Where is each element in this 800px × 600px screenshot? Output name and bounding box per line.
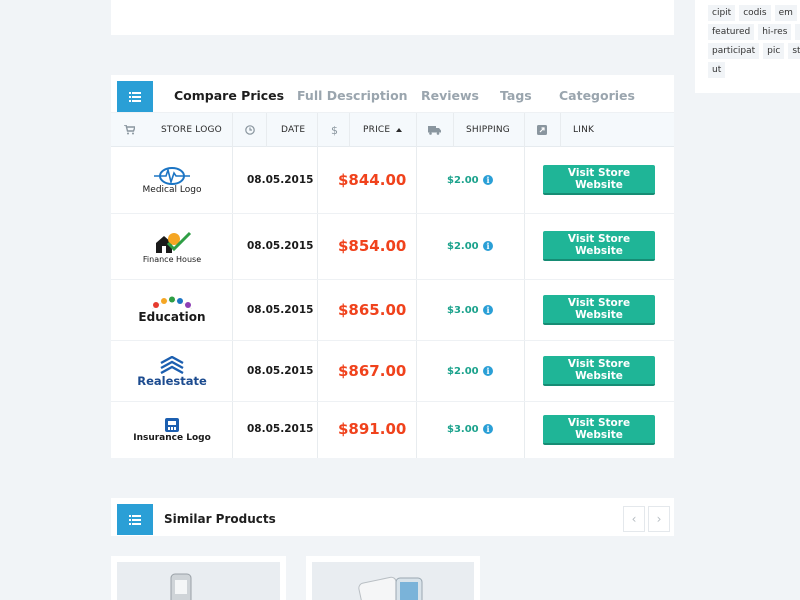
medical-logo-icon bbox=[154, 167, 190, 185]
truck-icon bbox=[428, 113, 441, 147]
table-row: Realestate 08.05.2015 $867.00 $2.00 i Vi… bbox=[111, 341, 674, 402]
realestate-logo-icon bbox=[160, 356, 184, 374]
divider bbox=[349, 113, 350, 147]
education-logo-icon bbox=[151, 296, 193, 310]
tag[interactable]: lor bbox=[795, 24, 800, 40]
tag-cloud-panel: cipit codis em featured hi-res lor parti… bbox=[695, 0, 800, 93]
product-image bbox=[117, 562, 280, 600]
tab-reviews[interactable]: Reviews bbox=[421, 88, 479, 103]
store-logo: Medical Logo bbox=[129, 161, 215, 201]
info-icon[interactable]: i bbox=[483, 366, 493, 376]
divider bbox=[524, 113, 525, 147]
store-logo: Education bbox=[129, 290, 215, 330]
info-icon[interactable]: i bbox=[483, 241, 493, 251]
date-value: 08.05.2015 bbox=[247, 365, 314, 377]
tab-compare-prices[interactable]: Compare Prices bbox=[174, 88, 284, 103]
table-row: Education 08.05.2015 $865.00 $3.00 i Vis… bbox=[111, 280, 674, 341]
visit-store-button[interactable]: Visit Store Website bbox=[543, 231, 655, 261]
phones-image-icon bbox=[358, 576, 423, 600]
shipping-value: $2.00 bbox=[447, 175, 479, 186]
divider bbox=[232, 113, 233, 147]
section-title: Similar Products bbox=[164, 512, 276, 526]
tag[interactable]: sticky bbox=[788, 43, 800, 59]
similar-products-header: Similar Products ‹ › bbox=[111, 498, 674, 536]
table-row: Medical Logo 08.05.2015 $844.00 $2.00 i … bbox=[111, 147, 674, 214]
column-store-logo: STORE LOGO bbox=[161, 125, 222, 135]
visit-store-button[interactable]: Visit Store Website bbox=[543, 295, 655, 325]
store-logo: Finance House bbox=[129, 226, 215, 268]
table-header: STORE LOGO DATE $ PRICE SHIPPING LINK bbox=[111, 113, 674, 147]
insurance-logo-icon bbox=[165, 418, 179, 432]
info-icon[interactable]: i bbox=[483, 424, 493, 434]
shipping-value: $2.00 bbox=[447, 366, 479, 377]
product-card[interactable] bbox=[306, 556, 480, 600]
info-icon[interactable]: i bbox=[483, 175, 493, 185]
column-price[interactable]: PRICE bbox=[363, 113, 390, 147]
shipping-value: $3.00 bbox=[447, 424, 479, 435]
tag[interactable]: participat bbox=[708, 43, 760, 59]
dollar-icon: $ bbox=[331, 123, 339, 137]
top-card bbox=[111, 0, 674, 35]
visit-store-button[interactable]: Visit Store Website bbox=[543, 415, 655, 445]
logo-text: Education bbox=[138, 310, 206, 324]
store-logo: Insurance Logo bbox=[129, 410, 215, 450]
table-row: Finance House 08.05.2015 $854.00 $2.00 i… bbox=[111, 214, 674, 280]
tag[interactable]: pic bbox=[763, 43, 785, 59]
phone-image-icon bbox=[170, 573, 192, 600]
chevron-left-icon[interactable]: ‹ bbox=[623, 506, 645, 532]
column-date: DATE bbox=[281, 125, 306, 135]
tag[interactable]: featured bbox=[708, 24, 755, 40]
date-value: 08.05.2015 bbox=[247, 240, 314, 252]
tag[interactable]: em bbox=[774, 5, 797, 21]
tag[interactable]: ut bbox=[708, 62, 726, 78]
date-value: 08.05.2015 bbox=[247, 423, 314, 435]
logo-text: Medical Logo bbox=[142, 185, 202, 195]
tag-list: cipit codis em featured hi-res lor parti… bbox=[708, 5, 800, 78]
logo-text: Finance House bbox=[142, 254, 202, 264]
store-logo: Realestate bbox=[129, 350, 215, 394]
finance-house-logo-icon bbox=[156, 231, 192, 253]
cart-icon bbox=[124, 113, 135, 147]
product-tabs: Compare Prices Full Description Reviews … bbox=[111, 75, 674, 113]
product-image bbox=[312, 562, 474, 600]
date-value: 08.05.2015 bbox=[247, 304, 314, 316]
shipping-value: $3.00 bbox=[447, 305, 479, 316]
table-row: Insurance Logo 08.05.2015 $891.00 $3.00 … bbox=[111, 402, 674, 458]
price-value: $865.00 bbox=[338, 301, 407, 319]
date-value: 08.05.2015 bbox=[247, 174, 314, 186]
divider bbox=[317, 113, 318, 147]
logo-text: Insurance Logo bbox=[133, 433, 211, 443]
divider bbox=[453, 113, 454, 147]
tag[interactable]: hi-res bbox=[758, 24, 792, 40]
logo-text: Realestate bbox=[137, 374, 207, 388]
divider bbox=[416, 113, 417, 147]
info-icon[interactable]: i bbox=[483, 305, 493, 315]
chevron-right-icon[interactable]: › bbox=[648, 506, 670, 532]
price-value: $854.00 bbox=[338, 237, 407, 255]
external-link-icon bbox=[537, 113, 547, 147]
tab-full-description[interactable]: Full Description bbox=[297, 88, 408, 103]
price-value: $844.00 bbox=[338, 171, 407, 189]
tag[interactable]: cipit bbox=[708, 5, 736, 21]
tab-categories[interactable]: Categories bbox=[559, 88, 635, 103]
column-shipping: SHIPPING bbox=[466, 125, 510, 135]
sort-up-icon[interactable] bbox=[396, 113, 402, 147]
compare-prices-panel: Compare Prices Full Description Reviews … bbox=[111, 75, 674, 458]
list-icon[interactable] bbox=[117, 81, 153, 112]
visit-store-button[interactable]: Visit Store Website bbox=[543, 356, 655, 386]
divider bbox=[266, 113, 267, 147]
product-card[interactable] bbox=[111, 556, 286, 600]
list-icon[interactable] bbox=[117, 504, 153, 535]
column-link: LINK bbox=[573, 125, 595, 135]
clock-icon bbox=[245, 113, 255, 147]
tab-tags[interactable]: Tags bbox=[500, 88, 532, 103]
price-value: $891.00 bbox=[338, 420, 407, 438]
price-value: $867.00 bbox=[338, 362, 407, 380]
divider bbox=[560, 113, 561, 147]
visit-store-button[interactable]: Visit Store Website bbox=[543, 165, 655, 195]
shipping-value: $2.00 bbox=[447, 241, 479, 252]
tag[interactable]: codis bbox=[739, 5, 771, 21]
